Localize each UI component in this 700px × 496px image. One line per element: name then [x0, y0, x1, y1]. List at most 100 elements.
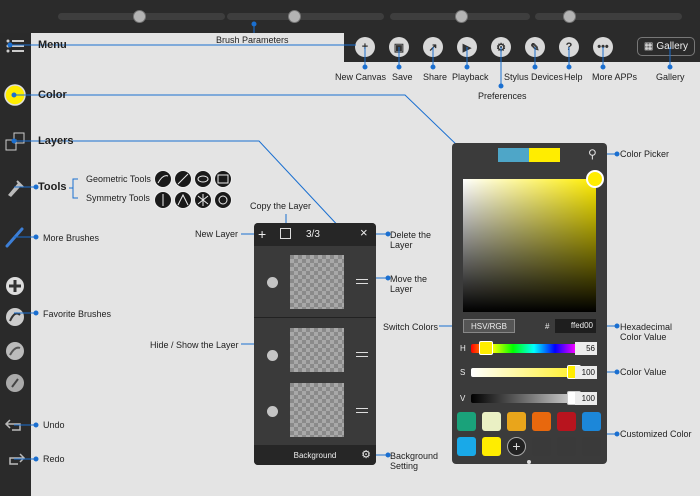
more-icon: ••• — [597, 41, 609, 53]
share-button[interactable]: ↗ — [423, 37, 443, 57]
layers-panel-header: + 3/3 × — [254, 223, 376, 246]
help-button[interactable]: ? — [559, 37, 579, 57]
color-value-label: Color Value — [620, 367, 667, 377]
background-layer-label: Background — [293, 450, 337, 460]
switch-colors-button[interactable]: HSV/RGB — [463, 319, 515, 333]
brush-opacity-knob[interactable] — [288, 10, 301, 23]
hex-input[interactable]: ffed00 — [555, 319, 596, 333]
customized-color-label: Customized Color — [620, 429, 692, 439]
color-swatch-8[interactable] — [482, 437, 501, 456]
playback-button[interactable]: ▶ — [457, 37, 477, 57]
current-color-swatch[interactable] — [529, 148, 560, 162]
brush-preset-3-icon[interactable] — [3, 339, 27, 363]
move-layer-label: Move the Layer — [390, 274, 428, 294]
color-swatch-6[interactable] — [582, 412, 601, 431]
color-swatch-empty[interactable] — [532, 437, 551, 456]
left-sidebar — [0, 33, 31, 496]
color-swatch-empty[interactable] — [557, 437, 576, 456]
color-panel: ⚲ HSV/RGB # ffed00 H 56 S 100 V 100 + — [452, 143, 607, 464]
menu-label: Menu — [38, 39, 67, 51]
sv-picker-handle[interactable] — [586, 170, 604, 188]
new-canvas-button[interactable]: + — [355, 37, 375, 57]
brush-parameters-label: Brush Parameters — [216, 35, 289, 45]
value-slider[interactable]: 100 — [471, 391, 597, 405]
help-icon: ? — [565, 41, 573, 53]
hue-slider[interactable]: 56 — [471, 341, 597, 355]
tools-icon[interactable] — [3, 176, 27, 200]
background-setting-label: Background Setting — [390, 451, 439, 471]
gallery-button[interactable]: ▦ Gallery — [637, 37, 695, 56]
hue-value: 56 — [575, 342, 597, 355]
save-label: Save — [392, 72, 413, 82]
tools-label: Tools — [38, 181, 67, 193]
copy-layer-icon[interactable] — [280, 228, 291, 239]
s-label: S — [460, 368, 466, 377]
color-swatch-5[interactable] — [557, 412, 576, 431]
color-swatch-7[interactable] — [457, 437, 476, 456]
undo-label: Undo — [43, 420, 65, 430]
new-canvas-label: New Canvas — [335, 72, 387, 82]
brush-preset-1-icon[interactable] — [3, 274, 27, 298]
color-swatch-4[interactable] — [532, 412, 551, 431]
brush-flow-slider[interactable] — [535, 13, 682, 20]
add-swatch-icon[interactable]: + — [507, 437, 526, 456]
delete-layer-label: Delete the Layer — [390, 230, 432, 250]
drag-handle-icon[interactable] — [356, 279, 368, 287]
layer-visibility-toggle[interactable] — [267, 406, 278, 417]
more-apps-button[interactable]: ••• — [593, 37, 613, 57]
more-apps-label: More APPs — [592, 72, 638, 82]
color-icon[interactable] — [3, 83, 27, 107]
background-setting-icon[interactable]: ⚙ — [361, 448, 371, 461]
drag-handle-icon[interactable] — [356, 408, 368, 416]
delete-layer-icon[interactable]: × — [360, 225, 368, 240]
saturation-slider[interactable]: 100 — [471, 365, 597, 379]
color-swatch-1[interactable] — [457, 412, 476, 431]
preferences-button[interactable]: ⚙ — [491, 37, 511, 57]
main-toolbar: + ▣ ↗ ▶ ⚙ ✎ ? ••• ▦ Gallery — [344, 33, 700, 62]
brush-flow-knob[interactable] — [563, 10, 576, 23]
brush-preset-2-icon[interactable] — [3, 305, 27, 329]
toggle-icon: ⚙ — [496, 41, 506, 54]
drag-handle-icon[interactable] — [356, 352, 368, 360]
pen-icon: ✎ — [530, 41, 540, 54]
hash-label: # — [545, 322, 550, 331]
eyedropper-icon[interactable]: ⚲ — [588, 147, 597, 161]
layer-row-1[interactable] — [254, 372, 376, 447]
brush-parameters-bar — [0, 0, 700, 33]
color-swatch-3[interactable] — [507, 412, 526, 431]
background-layer-bar[interactable]: Background ⚙ — [254, 445, 376, 465]
more-brushes-icon[interactable] — [3, 225, 27, 249]
brush-smoothing-knob[interactable] — [455, 10, 468, 23]
plus-icon: + — [361, 41, 369, 53]
play-icon: ▶ — [462, 41, 472, 54]
stylus-devices-button[interactable]: ✎ — [525, 37, 545, 57]
redo-icon[interactable] — [3, 447, 27, 471]
color-swatch-empty[interactable] — [582, 437, 601, 456]
color-picker-label: Color Picker — [620, 149, 670, 159]
layers-icon[interactable] — [3, 130, 27, 154]
saturation-value: 100 — [575, 366, 597, 379]
layer-visibility-toggle[interactable] — [267, 350, 278, 361]
brush-opacity-slider[interactable] — [227, 13, 384, 20]
v-label: V — [460, 394, 466, 403]
gallery-label: Gallery — [656, 72, 685, 82]
brush-preset-4-icon[interactable] — [3, 371, 27, 395]
color-label: Color — [38, 89, 67, 101]
layers-label: Layers — [38, 135, 74, 147]
menu-icon[interactable] — [3, 34, 27, 58]
save-button[interactable]: ▣ — [389, 37, 409, 57]
layer-row-3[interactable] — [254, 246, 376, 318]
previous-color-swatch[interactable] — [498, 148, 529, 162]
undo-icon[interactable] — [3, 413, 27, 437]
hue-slider-handle[interactable] — [479, 341, 493, 355]
new-layer-icon[interactable]: + — [258, 226, 266, 242]
favorite-brushes-label: Favorite Brushes — [43, 309, 112, 319]
new-layer-label: New Layer — [195, 229, 239, 239]
share-icon: ↗ — [428, 41, 438, 54]
help-label: Help — [564, 72, 583, 82]
page-indicator — [527, 460, 531, 464]
layer-visibility-toggle[interactable] — [267, 277, 278, 288]
saturation-value-area[interactable] — [463, 179, 596, 312]
brush-size-knob[interactable] — [133, 10, 146, 23]
color-swatch-2[interactable] — [482, 412, 501, 431]
